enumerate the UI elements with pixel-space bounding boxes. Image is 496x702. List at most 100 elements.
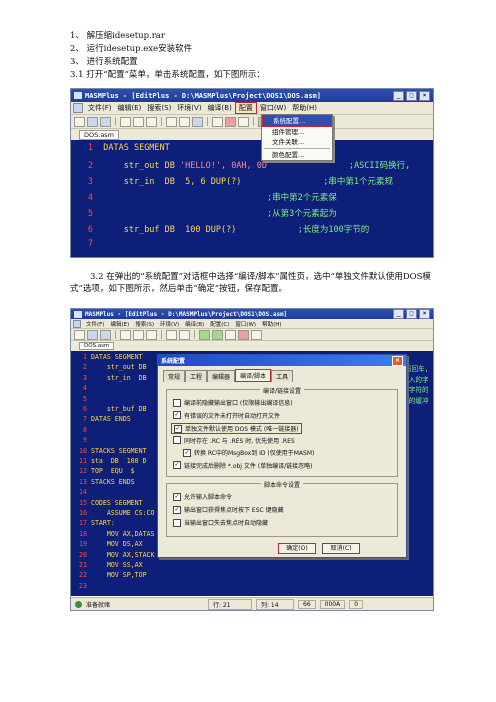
build-icon[interactable] <box>212 329 223 340</box>
checkbox-empty-icon[interactable] <box>173 436 181 444</box>
code-text: STACKS ENDS <box>87 477 135 486</box>
open-icon[interactable] <box>87 116 98 127</box>
tab-general[interactable]: 常规 <box>163 370 186 382</box>
line-number: 17 <box>79 519 87 528</box>
menu-env[interactable]: 环境(V) <box>157 320 182 328</box>
tab-project[interactable]: 工程 <box>185 370 208 382</box>
menu-env[interactable]: 环境(V) <box>174 103 204 113</box>
menu-item-system-config[interactable]: 系统配置... <box>262 115 332 127</box>
cut-icon[interactable] <box>120 329 131 340</box>
option-label: 单独文件默认使用 DOS 模式 (唯一链接器) <box>185 426 299 433</box>
run-icon[interactable] <box>199 329 210 340</box>
toolbar-separator <box>115 117 116 126</box>
save-icon[interactable] <box>100 116 111 127</box>
stop-icon[interactable] <box>238 329 249 340</box>
checkbox-checked-icon[interactable]: ✓ <box>183 448 191 457</box>
checkbox-checked-icon[interactable]: ✓ <box>173 492 181 501</box>
tab-tools[interactable]: 工具 <box>271 370 294 382</box>
tab-compile-script[interactable]: 编译/脚本 <box>235 369 272 382</box>
menu-help[interactable]: 帮助(H) <box>259 320 284 328</box>
line-number: 20 <box>79 550 87 559</box>
checkbox-checked-icon[interactable]: ✓ <box>174 424 182 433</box>
menu-help[interactable]: 帮助(H) <box>289 103 320 113</box>
menu-item-file-association[interactable]: 文件关联... <box>262 137 332 147</box>
print-icon[interactable] <box>192 116 203 127</box>
menu-config[interactable]: 配置(C) <box>207 320 232 328</box>
copy-icon[interactable] <box>133 116 144 127</box>
app-icon <box>74 92 82 99</box>
menu-window[interactable]: 窗口(W) <box>232 320 259 328</box>
ok-button[interactable]: 确定(O) <box>278 543 316 554</box>
options-icon[interactable] <box>251 329 262 340</box>
minimize-icon[interactable]: _ <box>393 90 404 101</box>
code-string: 'HELLO!', 0AH, 0D <box>180 161 268 171</box>
tab-editor[interactable]: 编辑器 <box>207 370 236 382</box>
checkbox-checked-icon[interactable]: ✓ <box>173 411 181 419</box>
doc-icon <box>73 319 81 328</box>
checkbox-checked-icon[interactable]: ✓ <box>173 505 181 514</box>
menu-file[interactable]: 文件(F) <box>83 320 107 328</box>
maximize-icon[interactable]: □ <box>406 90 417 101</box>
config-dropdown: 系统配置... 组件管理... 文件关联... 颜色配置... <box>261 114 333 161</box>
font-icon[interactable] <box>212 116 223 127</box>
code-line: 4 ;串中第2个元素保 <box>71 191 337 203</box>
menu-config[interactable]: 配置 <box>234 102 257 114</box>
option-checkbox[interactable]: 当输出窗口失去焦点时自动隐藏 <box>173 518 268 527</box>
status-extra: 0 <box>349 599 364 609</box>
menu-file[interactable]: 文件(F) <box>85 103 115 113</box>
minimize-icon[interactable]: _ <box>393 309 404 319</box>
open-icon[interactable] <box>87 329 98 340</box>
file-tab-dos-asm[interactable]: DOS.asm <box>79 342 115 350</box>
debug-icon[interactable] <box>225 329 236 340</box>
code-text: START: <box>87 519 115 528</box>
menu-item-component-manager[interactable]: 组件管理... <box>262 127 332 137</box>
option-checkbox[interactable]: ✓ 输出窗口获得焦点时按下 ESC 键隐藏 <box>173 505 284 514</box>
menu-search[interactable]: 搜索(S) <box>144 103 174 113</box>
menu-window[interactable]: 窗口(W) <box>257 103 289 113</box>
status-bar: 准备就绪 行: 21 列: 14 66 000A 0 <box>71 597 433 610</box>
close-icon[interactable]: × <box>419 309 430 319</box>
option-checkbox[interactable]: ✓ 单独文件默认使用 DOS 模式 (唯一链接器) <box>171 423 302 434</box>
mark-icon[interactable] <box>225 116 236 127</box>
replace-icon[interactable] <box>179 116 190 127</box>
save-icon[interactable] <box>100 329 111 340</box>
code-line: 8 <box>71 426 91 434</box>
menu-search[interactable]: 搜索(S) <box>132 320 157 328</box>
menu-edit[interactable]: 编辑(E) <box>107 320 132 328</box>
option-checkbox[interactable]: ✓ 允许输入脚本命令 <box>173 492 232 501</box>
line-number: 21 <box>79 561 87 569</box>
checkbox-checked-icon[interactable]: ✓ <box>173 461 181 469</box>
dialog-close-icon[interactable]: × <box>392 355 403 366</box>
file-tab-dos-asm[interactable]: DOS.asm <box>79 129 120 140</box>
new-file-icon[interactable] <box>74 329 85 340</box>
option-checkbox[interactable]: 编译前隐藏输出窗口 (仅限输出编译信息) <box>173 398 293 407</box>
close-icon[interactable]: × <box>419 90 430 101</box>
menu-build[interactable]: 编译(B) <box>182 320 207 328</box>
option-checkbox[interactable]: 同时存在 .RC 与 .RES 时, 优先使用 .RES <box>173 436 295 445</box>
menu-item-color-config[interactable]: 颜色配置... <box>262 150 332 160</box>
code-line: 3 str_in DB 5, 6 DUP(?) ;串中第1个元素规 <box>71 175 393 187</box>
maximize-icon[interactable]: □ <box>406 309 417 319</box>
code-comment: ;串中第1个元素规 <box>241 177 394 187</box>
code-editor[interactable]: 1 DATAS SEGMENT 2 str_out DB 'HELLO!', 0A… <box>71 140 433 257</box>
copy-icon[interactable] <box>133 329 144 340</box>
option-checkbox[interactable]: ✓ 链接完成后删除 *.obj 文件 (单独编译/链接忽略) <box>173 461 312 470</box>
find-icon[interactable] <box>166 116 177 127</box>
paste-icon[interactable] <box>146 116 157 127</box>
undo-icon[interactable] <box>238 116 249 127</box>
menu-build[interactable]: 编译(B) <box>205 103 235 113</box>
checkbox-empty-icon[interactable] <box>173 518 181 527</box>
option-checkbox[interactable]: ✓ 有错误的文件未打开时自动打开文件 <box>173 411 280 420</box>
checkbox-empty-icon[interactable] <box>173 398 181 407</box>
toolbar <box>71 329 433 341</box>
replace-icon[interactable] <box>179 329 190 340</box>
cancel-button[interactable]: 取消(C) <box>322 543 360 554</box>
code-line: 20 MOV AX,STACK <box>71 550 154 559</box>
cut-icon[interactable] <box>120 116 131 127</box>
option-checkbox[interactable]: ✓ 转换 RC中的MsgBox到 ID (仅使用于MASM) <box>183 448 314 457</box>
option-label: 编译前隐藏输出窗口 (仅限输出编译信息) <box>184 400 293 407</box>
find-icon[interactable] <box>166 329 177 340</box>
paste-icon[interactable] <box>146 329 157 340</box>
new-file-icon[interactable] <box>74 116 85 127</box>
menu-edit[interactable]: 编辑(E) <box>115 103 145 113</box>
